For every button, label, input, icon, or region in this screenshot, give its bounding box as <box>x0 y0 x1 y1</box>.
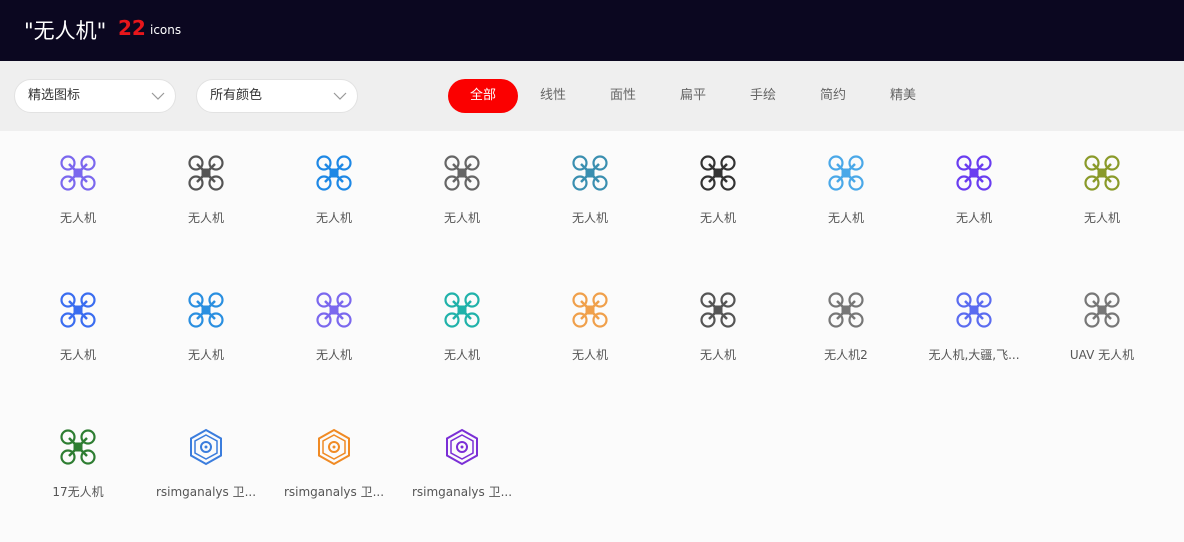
drone-side-gray-icon <box>826 290 866 330</box>
icon-card[interactable]: rsimganalys 卫... <box>142 375 270 505</box>
drone-purple-icon <box>58 153 98 193</box>
icon-label: 无人机 <box>699 348 736 362</box>
icon-card[interactable]: 无人机 <box>270 238 398 368</box>
icon-card[interactable]: 无人机 <box>526 101 654 231</box>
icon-label: 无人机 <box>59 348 96 362</box>
icon-card[interactable]: 无人机 <box>910 101 1038 231</box>
drone-purple-outline-icon <box>314 290 354 330</box>
icon-label: rsimganalys 卫... <box>155 485 257 499</box>
icon-label: 无人机2 <box>824 348 868 362</box>
icon-label: 无人机 <box>187 348 224 362</box>
icon-card[interactable]: 无人机 <box>782 101 910 231</box>
drone-thin-outline-icon <box>1082 290 1122 330</box>
icon-label: 无人机 <box>827 211 864 225</box>
icon-label: 无人机 <box>187 211 224 225</box>
drone-olive-icon <box>1082 153 1122 193</box>
icon-label: 无人机 <box>699 211 736 225</box>
drone-blue-icon <box>314 153 354 193</box>
icon-label: 无人机 <box>59 211 96 225</box>
icon-label: 无人机 <box>443 348 480 362</box>
hexagon-orange-icon <box>314 427 354 467</box>
search-title: "无人机" <box>24 19 107 43</box>
drone-side-blue-icon <box>186 290 226 330</box>
icon-card[interactable]: rsimganalys 卫... <box>398 375 526 505</box>
icon-card[interactable]: 无人机 <box>142 238 270 368</box>
drone-violet-icon <box>954 153 994 193</box>
drone-teal-side-icon <box>442 290 482 330</box>
icon-label: 无人机,大疆,飞... <box>928 348 1020 362</box>
icon-label: 无人机 <box>955 211 992 225</box>
header: "无人机" 22 icons <box>0 0 1184 61</box>
icon-label: 无人机 <box>443 211 480 225</box>
hexagon-purple-icon <box>442 427 482 467</box>
icon-card[interactable]: rsimganalys 卫... <box>270 375 398 505</box>
icon-card[interactable]: UAV 无人机 <box>1038 238 1166 368</box>
icon-grid: 无人机 无人机 无人机 无人机 无人机 无人机 无人机 无人机 无人机 无人机 … <box>14 131 1174 542</box>
drone-green-side-icon <box>58 427 98 467</box>
drone-blue-purple-icon <box>954 290 994 330</box>
drone-lightblue-icon <box>826 153 866 193</box>
icon-card[interactable]: 无人机 <box>1038 101 1166 231</box>
icon-label: rsimganalys 卫... <box>411 485 513 499</box>
icon-card[interactable]: 无人机2 <box>782 238 910 368</box>
icon-card[interactable]: 无人机 <box>14 101 142 231</box>
drone-gray-dashed-icon <box>186 153 226 193</box>
icon-label: 无人机 <box>315 211 352 225</box>
drone-orange-circle-icon <box>570 290 610 330</box>
icon-card[interactable]: 无人机 <box>654 238 782 368</box>
hexagon-blue-icon <box>186 427 226 467</box>
icon-label: 无人机 <box>1083 211 1120 225</box>
result-count: 22 <box>118 16 146 40</box>
icon-card[interactable]: 17无人机 <box>14 375 142 505</box>
drone-teal-icon <box>570 153 610 193</box>
icon-label: 无人机 <box>571 211 608 225</box>
icon-label: 无人机 <box>315 348 352 362</box>
icon-label: rsimganalys 卫... <box>283 485 385 499</box>
icon-card[interactable]: 无人机 <box>14 238 142 368</box>
icon-card[interactable]: 无人机,大疆,飞... <box>910 238 1038 368</box>
drone-black-icon <box>698 153 738 193</box>
icon-card[interactable]: 无人机 <box>270 101 398 231</box>
icon-label: 17无人机 <box>52 485 104 499</box>
icon-card[interactable]: 无人机 <box>654 101 782 231</box>
icon-card[interactable]: 无人机 <box>398 238 526 368</box>
drone-gray-icon <box>442 153 482 193</box>
drone-outline-gray-icon <box>698 290 738 330</box>
icon-card[interactable]: 无人机 <box>526 238 654 368</box>
icon-label: UAV 无人机 <box>1069 348 1135 362</box>
icon-card[interactable]: 无人机 <box>142 101 270 231</box>
icon-label: 无人机 <box>571 348 608 362</box>
drone-colorful-x-icon <box>58 290 98 330</box>
result-unit: icons <box>150 23 182 37</box>
icon-card[interactable]: 无人机 <box>398 101 526 231</box>
